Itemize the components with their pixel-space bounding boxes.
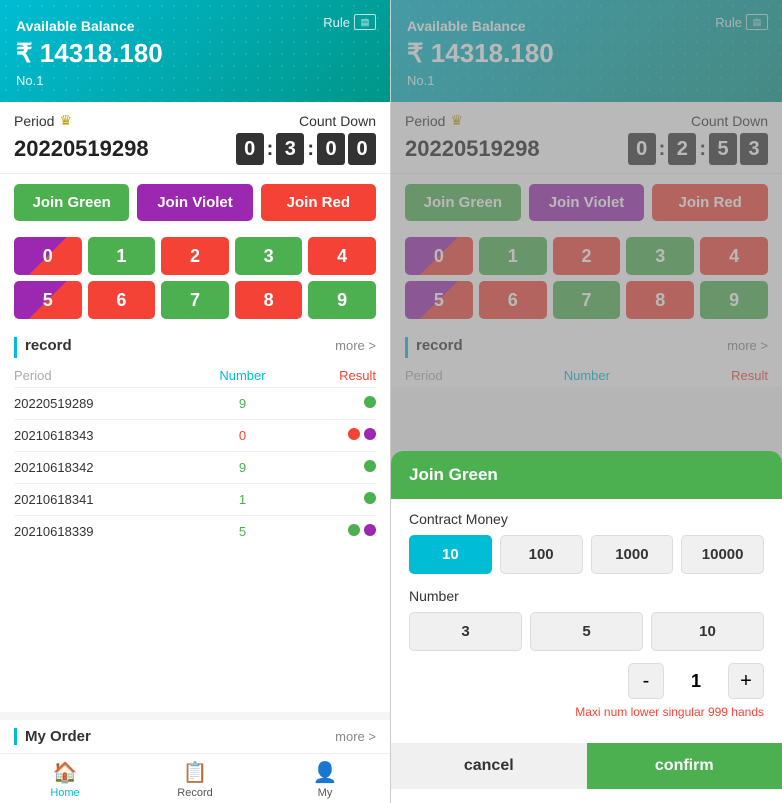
quantity-minus[interactable]: - xyxy=(628,663,664,699)
modal-title: Join Green xyxy=(409,465,498,484)
left-join-red[interactable]: Join Red xyxy=(261,184,376,221)
quantity-value: 1 xyxy=(676,671,716,692)
left-nav-home[interactable]: 🏠 Home xyxy=(0,760,130,799)
left-num-5[interactable]: 5 xyxy=(14,281,82,319)
left-join-buttons: Join Green Join Violet Join Red xyxy=(0,174,390,231)
left-my-order-more[interactable]: more > xyxy=(335,729,376,744)
left-record-title: record xyxy=(25,337,72,354)
table-row: 20210618341 1 xyxy=(14,484,376,516)
quantity-plus[interactable]: + xyxy=(728,663,764,699)
number-10[interactable]: 10 xyxy=(651,612,764,651)
left-rule-icon: ▤ xyxy=(354,14,376,30)
left-my-order: My Order more > xyxy=(0,712,390,753)
right-panel: Rule ▤ Available Balance ₹ 14318.180 No.… xyxy=(391,0,782,803)
left-num-1[interactable]: 1 xyxy=(88,237,156,275)
contract-10000[interactable]: 10000 xyxy=(681,535,764,574)
left-col-number: Number xyxy=(191,364,294,388)
left-nav-record[interactable]: 📋 Record xyxy=(130,760,260,799)
left-period-section: Period ♛ Count Down 20220519298 0 : 3 : … xyxy=(0,102,390,174)
modal-note: Maxi num lower singular 999 hands xyxy=(409,705,764,719)
left-num-2[interactable]: 2 xyxy=(161,237,229,275)
left-record-more[interactable]: more > xyxy=(335,338,376,353)
number-3[interactable]: 3 xyxy=(409,612,522,651)
contract-options: 10 100 1000 10000 xyxy=(409,535,764,574)
left-join-green[interactable]: Join Green xyxy=(14,184,129,221)
left-join-violet[interactable]: Join Violet xyxy=(137,184,252,221)
contract-1000[interactable]: 1000 xyxy=(591,535,674,574)
cancel-button[interactable]: cancel xyxy=(391,743,587,789)
left-countdown-d2: 0 xyxy=(317,133,345,165)
join-modal: Join Green Contract Money 10 100 1000 10… xyxy=(391,451,782,803)
left-rule-button[interactable]: Rule ▤ xyxy=(323,14,376,30)
left-countdown: 0 : 3 : 0 0 xyxy=(236,133,376,165)
table-row: 20220519289 9 xyxy=(14,388,376,420)
quantity-row: - 1 + xyxy=(409,663,764,699)
contract-money-label: Contract Money xyxy=(409,511,764,527)
left-countdown-label: Count Down xyxy=(299,113,376,129)
left-record-table: Period Number Result 20220519289 9 20210… xyxy=(14,364,376,547)
left-my-icon: 👤 xyxy=(313,760,338,785)
left-balance-amount: ₹ 14318.180 xyxy=(16,38,374,69)
left-period-number: 20220519298 xyxy=(14,136,149,162)
modal-actions: cancel confirm xyxy=(391,743,782,789)
number-label: Number xyxy=(409,588,764,604)
left-period-label: Period ♛ xyxy=(14,112,72,129)
left-countdown-d1: 3 xyxy=(276,133,304,165)
number-options: 3 5 10 xyxy=(409,612,764,651)
contract-100[interactable]: 100 xyxy=(500,535,583,574)
left-record-section: record more > Period Number Result 20220… xyxy=(0,329,390,712)
left-panel: Rule ▤ Available Balance ₹ 14318.180 No.… xyxy=(0,0,391,803)
table-row: 20210618343 0 xyxy=(14,420,376,452)
left-my-label: My xyxy=(318,787,333,799)
left-nav-my[interactable]: 👤 My xyxy=(260,760,390,799)
left-header: Rule ▤ Available Balance ₹ 14318.180 No.… xyxy=(0,0,390,102)
left-no: No.1 xyxy=(16,73,374,88)
left-num-0[interactable]: 0 xyxy=(14,237,82,275)
table-row: 20210618342 9 xyxy=(14,452,376,484)
left-home-icon: 🏠 xyxy=(53,760,78,785)
left-record-icon: 📋 xyxy=(183,760,208,785)
left-record-nav-label: Record xyxy=(177,787,212,799)
left-num-6[interactable]: 6 xyxy=(88,281,156,319)
left-num-7[interactable]: 7 xyxy=(161,281,229,319)
left-countdown-d0: 0 xyxy=(236,133,264,165)
left-num-8[interactable]: 8 xyxy=(235,281,303,319)
contract-10[interactable]: 10 xyxy=(409,535,492,574)
left-num-4[interactable]: 4 xyxy=(308,237,376,275)
left-num-9[interactable]: 9 xyxy=(308,281,376,319)
left-rule-label: Rule xyxy=(323,15,350,30)
modal-body: Contract Money 10 100 1000 10000 Number … xyxy=(391,499,782,743)
table-row: 20210618339 5 xyxy=(14,516,376,548)
left-record-header: record more > xyxy=(14,337,376,358)
left-balance-label: Available Balance xyxy=(16,18,374,34)
confirm-button[interactable]: confirm xyxy=(587,743,782,789)
left-number-grid: 0 1 2 3 4 5 6 7 8 9 xyxy=(0,231,390,329)
modal-header: Join Green xyxy=(391,451,782,499)
left-num-3[interactable]: 3 xyxy=(235,237,303,275)
left-home-label: Home xyxy=(50,787,79,799)
number-5[interactable]: 5 xyxy=(530,612,643,651)
left-col-period: Period xyxy=(14,364,191,388)
left-countdown-d3: 0 xyxy=(348,133,376,165)
left-my-order-title: My Order xyxy=(25,728,91,745)
left-bottom-nav: 🏠 Home 📋 Record 👤 My xyxy=(0,753,390,803)
left-col-result: Result xyxy=(294,364,376,388)
left-crown-icon: ♛ xyxy=(59,112,72,129)
